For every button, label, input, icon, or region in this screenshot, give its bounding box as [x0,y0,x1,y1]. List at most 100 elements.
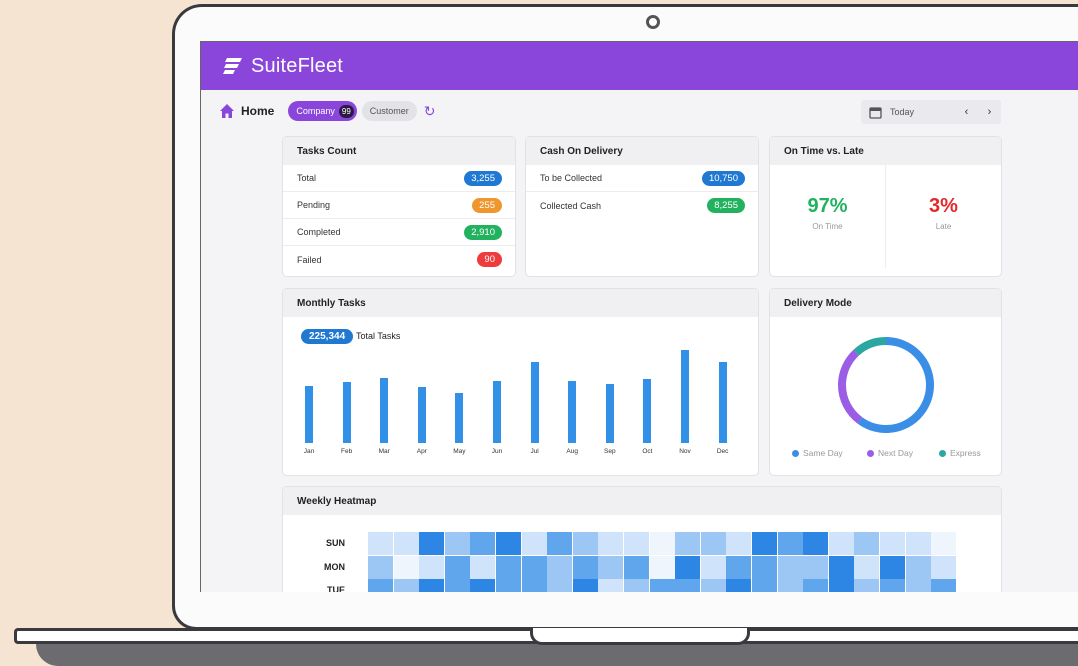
heatmap-cell [624,579,649,592]
heatmap-cell [854,579,880,592]
heatmap-cell [470,555,496,579]
bar-nov [681,349,689,443]
heatmap-cell [368,579,393,592]
heatmap-cell [624,555,649,579]
heatmap-cell [803,579,829,592]
month-label: May [453,448,466,455]
prev-date-button[interactable]: ‹ [965,106,969,118]
bar-sep [605,384,614,443]
heatmap-cell [547,579,573,592]
heatmap-cell [777,555,803,579]
heatmap-cell [572,579,598,592]
monthly-tasks-card: Monthly Tasks 225,344 Total Tasks Jan Feb… [283,289,758,475]
bar-dec [718,362,727,443]
heatmap-cell [624,532,649,555]
weekly-heatmap-title: Weekly Heatmap [283,487,1001,515]
heatmap-cell [726,532,752,555]
month-label: Aug [566,448,578,455]
heatmap-cell [572,555,598,579]
heatmap-cell [726,555,752,579]
month-label: Dec [716,448,729,455]
heatmap-cell [700,555,726,579]
heatmap-cell [393,555,419,579]
heatmap-cell [521,532,547,555]
heatmap-cell [777,579,803,592]
month-label: Nov [679,448,691,455]
month-label: Feb [340,448,353,455]
legend-dot-icon [939,449,946,457]
cod-row: Collected Cash 8,255 [526,192,758,219]
suitefleet-logo-icon [223,58,242,74]
on-time-stat: 97% On Time [770,165,885,268]
tasks-count-row-label: Failed [297,254,322,265]
app-screen: SuiteFleet Home Company 99 Customer ↻ To… [200,41,1078,592]
total-tasks-label: Total Tasks [356,331,401,341]
heatmap-cell [393,532,419,555]
heatmap-cell [777,532,803,555]
bar-jul [530,362,539,443]
weekly-heatmap-card: Weekly Heatmap SUN MON TUE [283,487,1001,592]
delivery-mode-card: Delivery Mode Same Day Next Day Express [770,289,1001,475]
heatmap-cell [444,532,470,555]
company-tab[interactable]: Company 99 [288,101,357,121]
heatmap-cell [496,532,521,555]
date-picker[interactable]: Today [861,100,957,124]
heatmap-day-label: SUN [325,538,345,548]
calendar-icon [869,106,882,119]
heatmap-cell [854,555,880,579]
heatmap-cell [368,555,393,579]
tasks-count-row-value: 2,910 [464,224,502,240]
tasks-count-row-value: 255 [472,197,502,213]
tasks-count-row: Pending 255 [283,192,515,219]
cod-row-label: To be Collected [540,173,603,183]
company-count-badge: 99 [338,104,354,118]
heatmap-cell [905,555,931,579]
heatmap-cell [700,579,726,592]
heatmap-cell [828,579,854,592]
month-label: Jun [491,448,503,455]
camera-icon [646,15,660,29]
heatmap-cell [598,579,624,592]
heatmap-cell [470,532,496,555]
cod-row-value: 10,750 [701,170,745,186]
heatmap-cell [419,579,445,592]
heatmap-cell [752,555,777,579]
legend-item: Next Day [867,448,913,458]
bar-apr [417,387,426,443]
tasks-count-row: Completed 2,910 [283,219,515,246]
legend-dot-icon [792,449,799,457]
total-tasks-value: 225,344 [301,329,354,344]
bar-jan [305,386,313,443]
tasks-count-title: Tasks Count [283,137,515,165]
legend-label: Next Day [878,448,913,458]
home-link[interactable]: Home [241,104,274,118]
home-icon[interactable] [219,103,235,119]
bar-mar [380,377,389,443]
legend-item: Same Day [792,448,843,458]
heatmap-cell [419,555,445,579]
refresh-icon[interactable]: ↻ [424,103,436,120]
on-time-label: On Time [812,222,843,231]
heatmap-cell [572,532,598,555]
next-date-button[interactable]: › [988,106,992,118]
tasks-count-row-value: 3,255 [464,170,502,186]
heatmap-cell [905,532,931,555]
legend-item: Express [939,448,981,458]
on-time-title: On Time vs. Late [770,137,1001,165]
heatmap-cell [931,555,957,579]
late-stat: 3% Late [885,165,1001,268]
heatmap-cell [854,532,880,555]
month-label: Mar [378,448,390,455]
heatmap-cell [880,555,905,579]
heatmap-cell [752,532,777,555]
heatmap-cell [521,555,547,579]
month-label: Jul [530,448,539,455]
bar-feb [342,382,351,443]
cod-row: To be Collected 10,750 [526,165,758,192]
monthly-tasks-title: Monthly Tasks [283,289,758,317]
bar-aug [568,381,577,443]
heatmap-cell [905,579,931,592]
bar-oct [643,378,652,443]
heatmap-cell [931,532,957,555]
customer-tab[interactable]: Customer [361,101,417,121]
